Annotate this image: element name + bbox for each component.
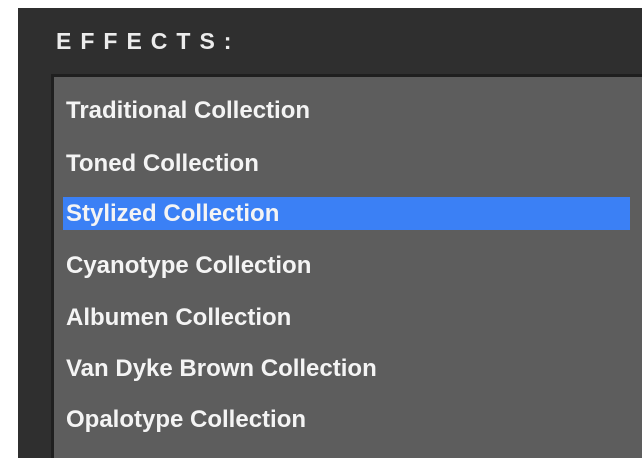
effects-list[interactable]: Traditional Collection Toned Collection … [51, 74, 642, 458]
list-item-traditional-collection[interactable]: Traditional Collection [66, 94, 310, 127]
list-item-albumen-collection[interactable]: Albumen Collection [66, 301, 291, 334]
list-item-cyanotype-collection[interactable]: Cyanotype Collection [66, 249, 311, 282]
list-item-stylized-collection[interactable]: Stylized Collection [63, 197, 630, 230]
effects-panel-title: EFFECTS: [56, 28, 241, 54]
list-item-toned-collection[interactable]: Toned Collection [66, 147, 259, 180]
list-item-opalotype-collection[interactable]: Opalotype Collection [66, 403, 306, 436]
list-item-van-dyke-brown-collection[interactable]: Van Dyke Brown Collection [66, 352, 377, 385]
effects-panel: EFFECTS: Traditional Collection Toned Co… [18, 8, 642, 458]
